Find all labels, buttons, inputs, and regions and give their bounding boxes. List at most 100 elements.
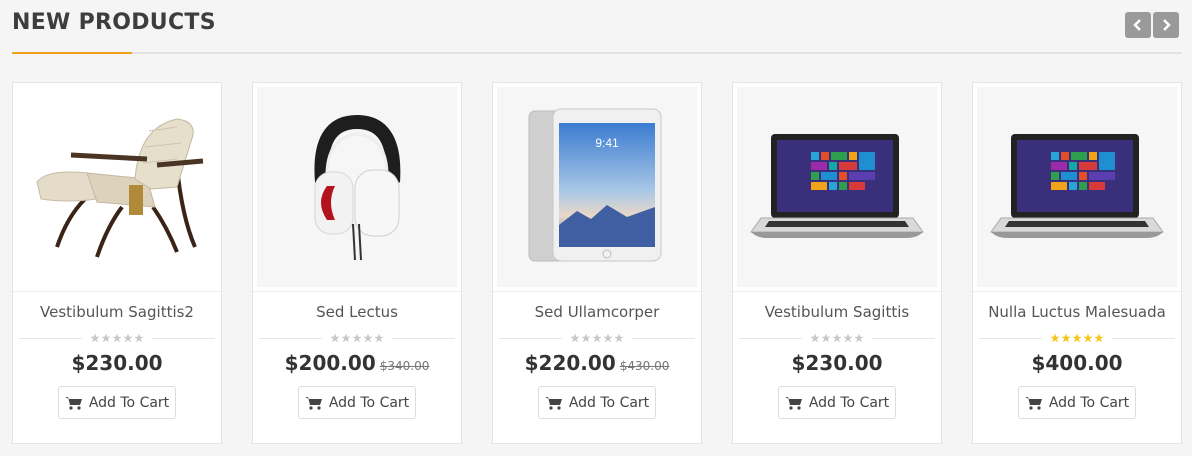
product-card: 9:41 Sed Ullamcorper $220.00 $430.00 Add … [492,82,702,444]
rating-line-right [632,337,695,339]
star-empty-icon [134,333,144,343]
add-to-cart-label: Add To Cart [808,394,890,411]
rating-row [979,333,1175,343]
rating-line-left [19,337,82,339]
price-row: $200.00 $340.00 [253,351,461,375]
star-empty-icon [854,333,864,343]
product-name[interactable]: Sed Ullamcorper [493,303,701,321]
title-underline [12,52,132,54]
product-card: Vestibulum Sagittis2 $230.00 Add To Cart [12,82,222,444]
product-list: Vestibulum Sagittis2 $230.00 Add To Cart [12,82,1182,444]
star-empty-icon [90,333,100,343]
star-empty-icon [603,333,613,343]
add-to-cart-label: Add To Cart [568,394,650,411]
card-divider [13,291,221,292]
product-name[interactable]: Nulla Luctus Malesuada [973,303,1181,321]
star-rating [1042,333,1112,343]
add-to-cart-button[interactable]: Add To Cart [58,386,176,419]
product-price: $230.00 [791,351,883,375]
star-rating [322,333,392,343]
product-image-link[interactable] [17,87,217,287]
product-price: $230.00 [71,351,163,375]
star-filled-icon [1072,333,1082,343]
rating-row [739,333,935,343]
product-name[interactable]: Sed Lectus [253,303,461,321]
add-to-cart-button[interactable]: Add To Cart [778,386,896,419]
star-empty-icon [101,333,111,343]
star-empty-icon [821,333,831,343]
star-empty-icon [843,333,853,343]
add-to-cart-button[interactable]: Add To Cart [538,386,656,419]
add-to-cart-button[interactable]: Add To Cart [1018,386,1136,419]
tablet-image: 9:41 [528,108,662,262]
rating-row [259,333,455,343]
cart-icon [1024,396,1042,410]
add-to-cart-button[interactable]: Add To Cart [298,386,416,419]
lounge-chair-image [36,118,204,258]
product-price: $400.00 [1031,351,1123,375]
price-row: $220.00 $430.00 [493,351,701,375]
card-divider [733,291,941,292]
star-empty-icon [374,333,384,343]
rating-row [499,333,695,343]
star-empty-icon [330,333,340,343]
product-image-link[interactable] [977,87,1177,287]
cart-icon [544,396,562,410]
product-card: Vestibulum Sagittis $230.00 Add To Cart [732,82,942,444]
product-price: $200.00 [284,351,376,375]
rating-row [19,333,215,343]
product-price: $220.00 [524,351,616,375]
laptop-image [990,134,1164,238]
product-name[interactable]: Vestibulum Sagittis2 [13,303,221,321]
star-filled-icon [1083,333,1093,343]
product-card: Sed Lectus $200.00 $340.00 Add To Cart [252,82,462,444]
product-card: Nulla Luctus Malesuada $400.00 Add To Ca… [972,82,1182,444]
star-empty-icon [570,333,580,343]
old-price: $340.00 [379,359,430,373]
star-filled-icon [1061,333,1071,343]
card-divider [253,291,461,292]
old-price: $430.00 [619,359,670,373]
star-empty-icon [592,333,602,343]
star-rating [802,333,872,343]
headphones-image [314,114,401,261]
price-row: $230.00 [13,351,221,375]
product-name[interactable]: Vestibulum Sagittis [733,303,941,321]
add-to-cart-label: Add To Cart [1048,394,1130,411]
star-empty-icon [832,333,842,343]
product-image-link[interactable] [257,87,457,287]
star-empty-icon [581,333,591,343]
product-image-link[interactable]: 9:41 [497,87,697,287]
star-empty-icon [614,333,624,343]
star-empty-icon [112,333,122,343]
star-filled-icon [1050,333,1060,343]
rating-line-right [152,337,215,339]
rating-line-left [739,337,802,339]
card-divider [493,291,701,292]
star-filled-icon [1094,333,1104,343]
product-image-link[interactable] [737,87,937,287]
price-row: $400.00 [973,351,1181,375]
rating-line-left [499,337,562,339]
rating-line-left [979,337,1042,339]
laptop-image [750,134,924,238]
card-divider [973,291,1181,292]
star-empty-icon [810,333,820,343]
carousel-prev-button[interactable] [1125,12,1151,38]
rating-line-right [1112,337,1175,339]
star-empty-icon [363,333,373,343]
carousel-next-button[interactable] [1153,12,1179,38]
cart-icon [304,396,322,410]
rating-line-right [392,337,455,339]
svg-text:9:41: 9:41 [595,136,619,150]
chevron-left-icon [1133,19,1141,31]
star-empty-icon [341,333,351,343]
star-rating [82,333,152,343]
star-empty-icon [352,333,362,343]
add-to-cart-label: Add To Cart [88,394,170,411]
rating-line-left [259,337,322,339]
star-empty-icon [123,333,133,343]
section-header: NEW PRODUCTS [12,0,1182,54]
cart-icon [64,396,82,410]
cart-icon [784,396,802,410]
